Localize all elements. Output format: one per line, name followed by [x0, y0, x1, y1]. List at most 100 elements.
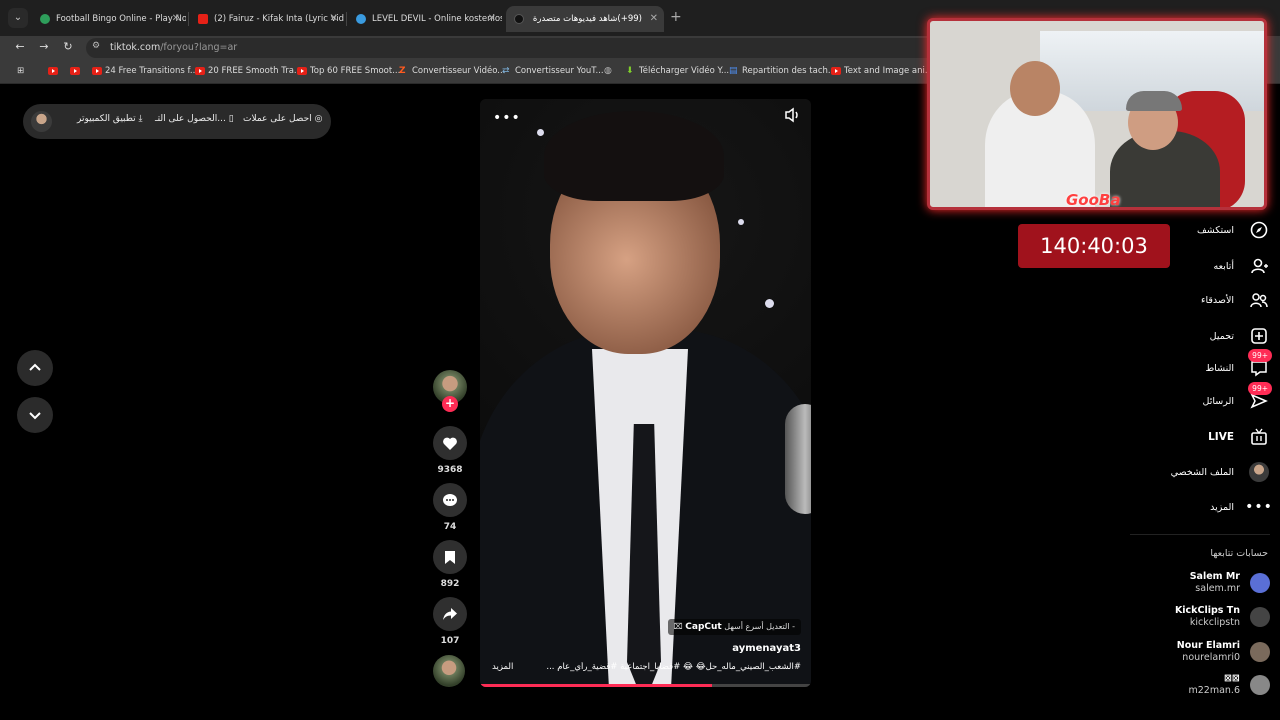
bookmark-top-60[interactable]: Top 60 FREE Smoot...	[297, 66, 400, 76]
friends-icon	[1250, 293, 1268, 308]
sidebar-item-profile[interactable]: الملف الشخصي	[1171, 460, 1270, 484]
sidebar-item-messages[interactable]: 99+ الرسائل	[1203, 382, 1272, 413]
close-tab-icon[interactable]: ✕	[330, 6, 338, 32]
youtube-favicon-icon	[198, 14, 208, 24]
bookmark-icon	[445, 550, 455, 564]
more-dots-icon: •••	[1245, 499, 1273, 515]
avatar	[1250, 675, 1270, 695]
next-video-button[interactable]	[17, 397, 53, 433]
desktop-app-button[interactable]: تطبيق الكمبيوتر ⤓	[77, 114, 143, 124]
save-count: 892	[440, 579, 460, 589]
bookmark-repartition[interactable]: ▤ Repartition des tach...	[729, 66, 836, 76]
followed-account[interactable]: Salem Mr salem.mr	[1190, 568, 1270, 598]
messages-badge: 99+	[1248, 382, 1272, 395]
previous-video-button[interactable]	[17, 350, 53, 386]
avatar	[1249, 462, 1269, 482]
tab-title: (2) Fairuz - Kifak Inta (Lyric Vide	[214, 14, 344, 24]
new-tab-icon[interactable]: +	[670, 9, 682, 25]
video-author[interactable]: aymenayat3	[732, 643, 801, 654]
caption-more-link[interactable]: المزيد	[492, 662, 513, 672]
capcut-icon: ⌧	[673, 622, 683, 631]
globe-favicon-icon	[356, 14, 366, 24]
forward-arrow-icon[interactable]: →	[36, 40, 52, 53]
avatar[interactable]	[31, 111, 52, 132]
get-app-button[interactable]: الحصول على التـ... ▯	[155, 114, 234, 124]
bookmark-text-image[interactable]: Text and Image ani...	[831, 66, 933, 76]
microphone-image	[785, 404, 811, 514]
video-progress-bar[interactable]	[480, 684, 811, 687]
youtube-icon	[195, 67, 205, 75]
apps-grid-icon[interactable]: ⊞	[17, 66, 24, 76]
save-button[interactable]: 892	[433, 540, 467, 589]
bookmark-convertisseur-video[interactable]: Z Convertisseur Vidéo...	[399, 66, 505, 76]
youtube-icon	[48, 67, 58, 75]
video-more-options-icon[interactable]: •••	[493, 110, 521, 126]
get-coins-button[interactable]: احصل على عملات ◎	[243, 114, 322, 124]
reload-icon[interactable]: ↻	[60, 40, 76, 53]
comment-button[interactable]: 74	[433, 483, 467, 532]
youtube-icon	[92, 67, 102, 75]
tab-tiktok[interactable]: (99+)شاهد فيديوهات متصدرة | ✕	[506, 6, 664, 32]
phone-icon: ▯	[228, 114, 234, 124]
sidebar-item-explore[interactable]: استكشف	[1197, 218, 1270, 242]
capcut-badge[interactable]: ⌧ CapCut التعديل أسرع أسهل -	[667, 619, 801, 635]
url-text: tiktok.com/foryou?lang=ar	[110, 42, 238, 53]
bookmark-transitions-24[interactable]: 24 Free Transitions f...	[92, 66, 198, 76]
like-count: 9368	[437, 465, 463, 475]
download-icon: ⤓	[138, 114, 143, 124]
youtube-icon	[297, 67, 307, 75]
followed-account[interactable]: KickClips Tn kickclipstn	[1175, 602, 1270, 632]
upload-plus-icon	[1251, 328, 1267, 344]
tab-search-button[interactable]: ⌄	[8, 8, 28, 28]
avatar	[1250, 573, 1270, 593]
tiktok-favicon-icon	[514, 14, 524, 24]
sidebar-item-more[interactable]: ••• المزيد	[1210, 495, 1273, 519]
tab-title: (99+)شاهد فيديوهات متصدرة |	[530, 14, 642, 24]
like-button[interactable]: 9368	[433, 426, 467, 475]
avatar	[1250, 607, 1270, 627]
header-pill: تطبيق الكمبيوتر ⤓ الحصول على التـ... ▯ ا…	[23, 104, 331, 139]
bookmark-convertisseur-youtube[interactable]: ⇄ Convertisseur YouT...	[502, 66, 604, 76]
tab-title: Football Bingo Online - Play No	[56, 14, 186, 24]
avatar	[1250, 642, 1270, 662]
youtube-icon	[70, 67, 80, 75]
sidebar-item-live[interactable]: LIVE	[1208, 425, 1270, 449]
tab-football-bingo[interactable]: Football Bingo Online - Play No ✕	[32, 6, 186, 32]
z-icon: Z	[399, 66, 406, 76]
back-arrow-icon[interactable]: ←	[12, 40, 28, 53]
stream-timer: 140:40:03	[1018, 224, 1170, 268]
avatar	[433, 655, 465, 687]
followed-account[interactable]: Nour Elamri nourelamri0	[1177, 637, 1270, 667]
close-tab-icon[interactable]: ✕	[172, 6, 180, 32]
compass-icon	[1250, 221, 1268, 239]
user-follow-icon	[1251, 258, 1268, 274]
streamer-logo: GooBa	[1066, 191, 1121, 209]
sidebar-item-following[interactable]: أتابعه	[1214, 254, 1271, 278]
author-avatar-button[interactable]: +	[433, 370, 467, 412]
close-tab-icon[interactable]: ✕	[650, 6, 658, 32]
sidebar-item-friends[interactable]: الأصدقاء	[1201, 288, 1270, 312]
sidebar-item-activity[interactable]: 99+ النشاط	[1205, 349, 1272, 380]
share-button[interactable]: 107	[433, 597, 467, 646]
bookmark-smooth-transitions[interactable]: 20 FREE Smooth Tra...	[195, 66, 302, 76]
address-bar[interactable]: ⚙ tiktok.com/foryou?lang=ar	[86, 38, 986, 58]
docs-icon: ▤	[729, 66, 738, 76]
youtube-icon	[831, 67, 841, 75]
tab-level-devil[interactable]: LEVEL DEVIL - Online kostenlos ✕	[348, 6, 502, 32]
site-info-icon[interactable]: ⚙	[92, 41, 100, 51]
football-favicon-icon	[40, 14, 50, 24]
sound-avatar-button[interactable]	[433, 655, 467, 687]
heart-icon	[443, 437, 457, 450]
sidebar-item-upload[interactable]: تحميل	[1210, 324, 1270, 348]
comment-count: 74	[443, 522, 457, 532]
tab-fairuz[interactable]: (2) Fairuz - Kifak Inta (Lyric Vide ✕	[190, 6, 344, 32]
comment-icon	[443, 493, 457, 506]
close-tab-icon[interactable]: ✕	[488, 6, 496, 32]
volume-icon[interactable]	[784, 107, 802, 127]
share-count: 107	[440, 636, 460, 646]
video-player[interactable]: ⌧ CapCut التعديل أسرع أسهل - aymenayat3 …	[480, 99, 811, 687]
followed-account[interactable]: ⊠⊠ m22man.6	[1188, 671, 1270, 699]
follow-plus-icon[interactable]: +	[442, 396, 458, 412]
converter-icon: ⇄	[502, 66, 510, 76]
bookmark-telecharger-video[interactable]: ⬇ Télécharger Vidéo Y...	[626, 66, 729, 76]
